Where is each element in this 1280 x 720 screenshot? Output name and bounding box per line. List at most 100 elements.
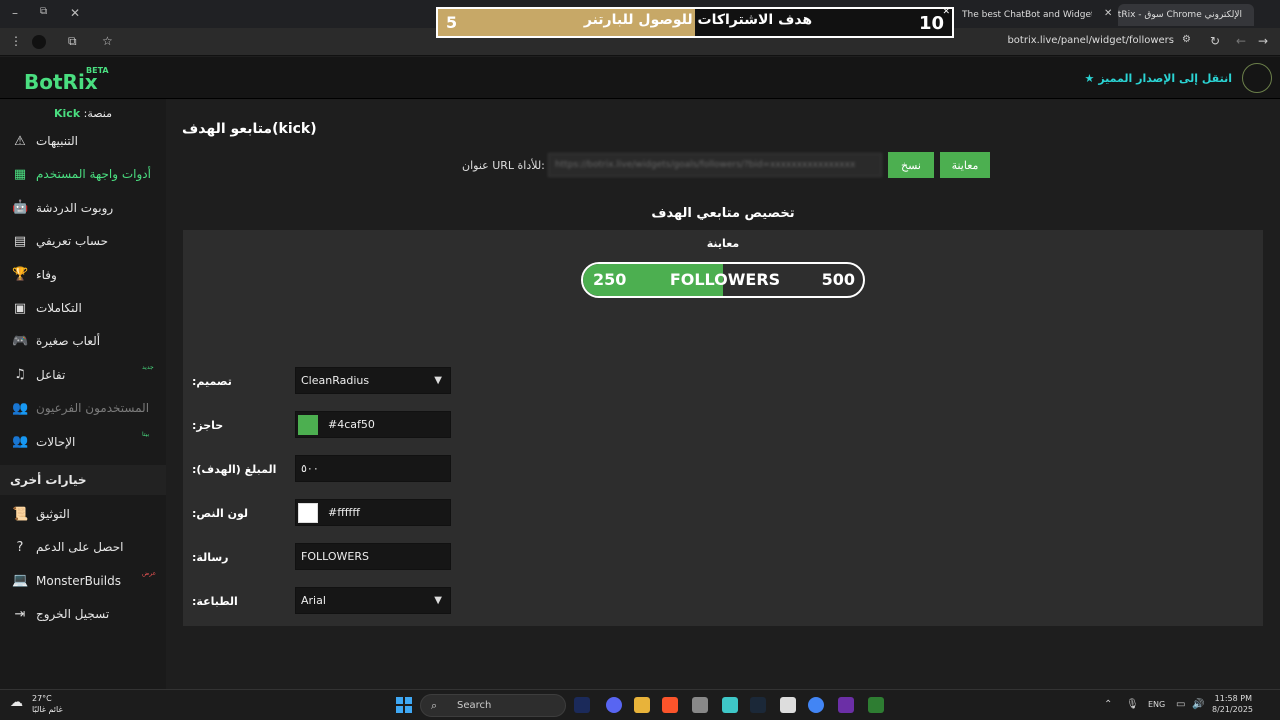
message-value: FOLLOWERS xyxy=(301,550,369,563)
sidebar-item-music[interactable]: ♫ تفاعل جديد xyxy=(0,360,166,390)
preview-button[interactable]: معاينة xyxy=(940,152,990,178)
text-color-swatch[interactable] xyxy=(298,502,318,523)
logout-icon: ⇥ xyxy=(14,606,26,622)
sidebar-item-label: MonsterBuilds xyxy=(36,573,121,588)
menu-kebab-icon[interactable]: ⋮ xyxy=(10,34,22,48)
premium-link-label: انتقل إلى الإصدار المميز xyxy=(1098,72,1232,85)
tab-close-icon[interactable]: ✕ xyxy=(1104,8,1112,19)
widget-url-input[interactable]: https://botrix.live/widgets/goals/follow… xyxy=(548,153,882,177)
message-input[interactable]: FOLLOWERS xyxy=(295,543,451,570)
volume-icon[interactable]: 🔊 xyxy=(1192,699,1204,710)
app-icon-excel[interactable] xyxy=(868,697,884,713)
sidebar-item-chat[interactable]: ▣ التكاملات xyxy=(0,293,166,323)
design-select[interactable]: CleanRadius ▼ xyxy=(295,367,451,394)
app-icon-news[interactable] xyxy=(574,697,590,713)
font-select[interactable]: Arial ▼ xyxy=(295,587,451,614)
tray-chevron-up-icon[interactable]: ⌃ xyxy=(1104,699,1112,710)
preview-label: معاينة xyxy=(706,237,740,250)
sidebar-item-warning[interactable]: ⚠ التنبيهات xyxy=(0,126,166,156)
sidebar-item-users: 👥 المستخدمون الفرعيون xyxy=(0,393,166,423)
sidebar-item-trophy[interactable]: 🏆 وفاء xyxy=(0,260,166,290)
language-indicator[interactable]: ENG xyxy=(1148,700,1165,709)
bar-color-field[interactable]: #4caf50 xyxy=(295,411,451,438)
close-icon[interactable]: ✕ xyxy=(70,6,80,20)
sidebar-item-badge: جديد xyxy=(142,363,154,371)
premium-link[interactable]: انتقل إلى الإصدار المميز ★ xyxy=(1084,72,1232,85)
sidebar-item-help[interactable]: ? احصل على الدعم xyxy=(0,532,166,562)
app-icon-window[interactable] xyxy=(780,697,796,713)
sidebar-item-label: التنبيهات xyxy=(36,134,78,148)
goal-preview-current: 250 xyxy=(593,270,627,289)
chevron-down-icon: ▼ xyxy=(434,595,442,606)
goal-preview-target: 500 xyxy=(821,270,855,289)
bar-color-swatch[interactable] xyxy=(298,414,318,435)
text-color-value: #ffffff xyxy=(328,506,360,519)
app-icon-teal[interactable] xyxy=(722,697,738,713)
sidebar-item-badge: بيتا xyxy=(142,430,150,438)
sidebar-item-logout[interactable]: ⇥ تسجيل الخروج xyxy=(0,599,166,629)
sidebar-item-label: التوثيق xyxy=(36,507,70,521)
sidebar-item-robot[interactable]: 🤖 روبوت الدردشة xyxy=(0,193,166,223)
steam-icon[interactable] xyxy=(750,697,766,713)
chrome-icon[interactable] xyxy=(808,697,824,713)
url-display[interactable]: botrix.live/panel/widget/followers xyxy=(1007,35,1174,46)
sidebar-item-laptop[interactable]: 💻 MonsterBuilds عرض xyxy=(0,566,166,596)
beta-badge: BETA xyxy=(86,66,109,75)
tab-botrix-chatbot[interactable]: The best ChatBot and Widgets ◆ xyxy=(956,4,1092,26)
sidebar-item-label: احصل على الدعم xyxy=(36,540,124,555)
goal-amount-value: ٥٠٠ xyxy=(301,462,319,475)
search-placeholder: Search xyxy=(457,700,492,711)
user-avatar[interactable] xyxy=(1242,63,1272,93)
back-icon[interactable]: → xyxy=(1258,34,1268,48)
design-value: CleanRadius xyxy=(301,374,370,387)
bookmark-star-icon[interactable]: ☆ xyxy=(102,34,113,48)
sidebar-item-widgets[interactable]: ▦ أدوات واجهة المستخدم xyxy=(0,159,166,189)
app-icon-next[interactable] xyxy=(838,697,854,713)
sidebar-item-referral[interactable]: 👥 الإحالات بيتا xyxy=(0,427,166,457)
text-color-label: لون النص: xyxy=(192,507,249,520)
text-color-field[interactable]: #ffffff xyxy=(295,499,451,526)
gamepad-icon: 🎮 xyxy=(12,333,29,349)
weather-condition[interactable]: غائم غالبًا xyxy=(32,705,63,714)
clock-date[interactable]: 8/21/2025 xyxy=(1212,705,1253,714)
microphone-icon[interactable]: 🎙 xyxy=(1126,699,1139,710)
warning-icon: ⚠ xyxy=(14,133,26,149)
brave-icon[interactable] xyxy=(662,697,678,713)
overlay-goal-bar: 5 هدف الاشتراكات للوصول للبارتنر 10 ✕ xyxy=(436,7,954,38)
forward-icon[interactable]: ← xyxy=(1236,34,1246,48)
discord-icon[interactable] xyxy=(606,697,622,713)
start-button[interactable] xyxy=(396,697,412,713)
reload-icon[interactable]: ↻ xyxy=(1210,34,1220,48)
puzzle-icon[interactable]: ⧉ xyxy=(68,34,77,49)
design-label: تصميم: xyxy=(192,375,232,388)
overlay-close-icon[interactable]: ✕ xyxy=(942,9,950,17)
weather-temp[interactable]: 27°C xyxy=(32,694,52,703)
tab-title: The best ChatBot and Widgets xyxy=(962,10,1092,20)
sidebar-item-gamepad[interactable]: 🎮 ألعاب صغيرة xyxy=(0,326,166,356)
sidebar-item-label: حساب تعريفي xyxy=(36,234,109,249)
overlay-goal-title: هدف الاشتراكات للوصول للبارتنر xyxy=(583,12,813,28)
store-icon[interactable] xyxy=(692,697,708,713)
users-icon: 👥 xyxy=(12,400,29,416)
weather-cloud-icon[interactable]: ☁ xyxy=(10,695,23,710)
bar-color-value: #4caf50 xyxy=(328,418,375,431)
tab-botrix-store[interactable]: الإلكتروني Chrome سوق - BotRix xyxy=(1118,4,1254,26)
clock-time[interactable]: 11:58 PM xyxy=(1212,694,1252,703)
network-icon[interactable]: ▭ xyxy=(1176,699,1185,710)
other-options-heading: خيارات أخرى xyxy=(0,465,166,495)
bar-color-label: حاجز: xyxy=(192,419,224,432)
message-label: رسالة: xyxy=(192,551,229,564)
extension-icon[interactable] xyxy=(32,35,46,49)
customize-panel: معاينة 250 FOLLOWERS 500 تصميم: CleanRad… xyxy=(183,230,1263,626)
sidebar-item-id-card[interactable]: ▤ حساب تعريفي xyxy=(0,226,166,256)
sidebar-item-scroll[interactable]: 📜 التوثيق xyxy=(0,499,166,529)
minimize-icon[interactable]: – xyxy=(12,6,18,20)
goal-amount-input[interactable]: ٥٠٠ xyxy=(295,455,451,482)
widgets-icon: ▦ xyxy=(13,166,27,182)
file-explorer-icon[interactable] xyxy=(634,697,650,713)
restore-icon[interactable]: ⧉ xyxy=(40,6,47,17)
site-settings-icon[interactable]: ⚙ xyxy=(1182,34,1191,45)
copy-button[interactable]: نسخ xyxy=(888,152,934,178)
sidebar-item-label: روبوت الدردشة xyxy=(36,200,114,215)
taskbar-search[interactable]: ⌕ Search xyxy=(420,694,566,717)
